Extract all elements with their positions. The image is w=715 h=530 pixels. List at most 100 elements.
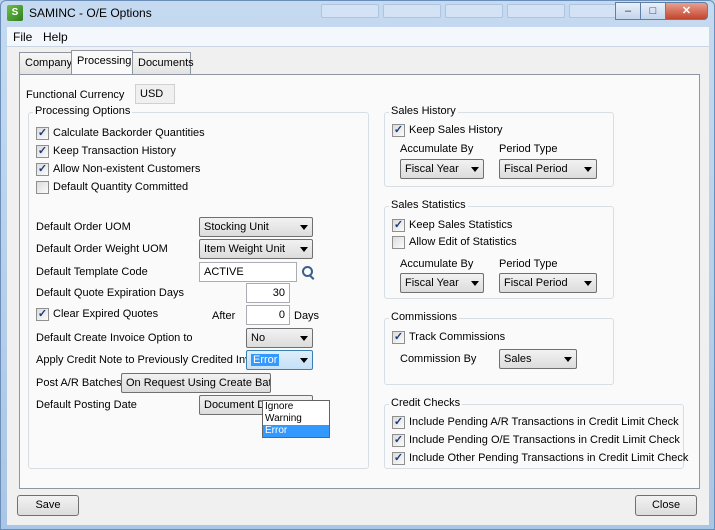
sales-statistics-period-label: Period Type (499, 258, 558, 270)
menu-bar: File Help (7, 27, 709, 47)
sales-history-accumulate-label: Accumulate By (400, 143, 474, 155)
include-other-pending-checkbox[interactable]: ✓ (392, 452, 405, 465)
commission-by-select[interactable]: Sales (499, 349, 577, 369)
background-tab (507, 4, 565, 18)
clear-expired-days-input[interactable]: 0 (246, 305, 290, 325)
sales-history-period-select[interactable]: Fiscal Period (499, 159, 597, 179)
sales-statistics-accumulate-select[interactable]: Fiscal Year (400, 273, 484, 293)
app-icon: S (7, 5, 23, 21)
minimize-button[interactable]: – (615, 2, 641, 20)
sales-history-period-value: Fiscal Period (504, 163, 568, 175)
window-controls: – □ ✕ (615, 2, 708, 20)
processing-tab-panel: Functional Currency USD Processing Optio… (19, 74, 700, 489)
chevron-down-icon (584, 281, 592, 286)
commission-by-label: Commission By (400, 353, 477, 365)
sales-history-title: Sales History (389, 105, 458, 117)
default-create-invoice-select[interactable]: No (246, 328, 313, 348)
default-quantity-committed-checkbox[interactable] (36, 181, 49, 194)
clear-expired-quotes-label: Clear Expired Quotes (53, 308, 159, 320)
save-button[interactable]: Save (17, 495, 79, 516)
include-pending-ar-checkbox[interactable]: ✓ (392, 416, 405, 429)
default-template-code-input[interactable]: ACTIVE (199, 262, 297, 282)
default-quote-expiration-label: Default Quote Expiration Days (36, 287, 184, 299)
title-bar[interactable]: S SAMINC - O/E Options – □ ✕ (1, 1, 714, 25)
sales-history-period-label: Period Type (499, 143, 558, 155)
menu-help[interactable]: Help (43, 30, 68, 44)
apply-credit-note-select[interactable]: Error (246, 350, 313, 370)
default-quote-expiration-input[interactable]: 30 (246, 283, 290, 303)
option-warning[interactable]: Warning (263, 413, 329, 425)
window-close-button[interactable]: ✕ (665, 2, 708, 20)
default-posting-date-label: Default Posting Date (36, 399, 137, 411)
keep-sales-statistics-label: Keep Sales Statistics (409, 219, 513, 231)
default-create-invoice-value: No (251, 332, 266, 344)
functional-currency-label: Functional Currency (26, 89, 125, 101)
background-taskbar-tabs (321, 4, 627, 18)
keep-sales-history-checkbox[interactable]: ✓ (392, 124, 405, 137)
allow-edit-statistics-label: Allow Edit of Statistics (409, 236, 517, 248)
calculate-backorder-checkbox[interactable]: ✓ (36, 127, 49, 140)
keep-sales-statistics-checkbox[interactable]: ✓ (392, 219, 405, 232)
clear-expired-quotes-checkbox[interactable]: ✓ (36, 308, 49, 321)
option-ignore[interactable]: Ignore (263, 401, 329, 413)
window-title: SAMINC - O/E Options (29, 6, 152, 20)
track-commissions-checkbox[interactable]: ✓ (392, 331, 405, 344)
sales-history-accumulate-value: Fiscal Year (405, 163, 459, 175)
calculate-backorder-label: Calculate Backorder Quantities (53, 127, 205, 139)
search-icon[interactable] (302, 266, 313, 277)
option-error[interactable]: Error (263, 425, 329, 437)
commission-by-value: Sales (504, 353, 532, 365)
default-order-weight-uom-value: Item Weight Unit (204, 243, 286, 255)
include-pending-oe-label: Include Pending O/E Transactions in Cred… (409, 434, 680, 446)
sales-statistics-group: Sales Statistics ✓ Keep Sales Statistics… (384, 199, 614, 299)
default-order-uom-select[interactable]: Stocking Unit (199, 217, 313, 237)
sales-statistics-period-select[interactable]: Fiscal Period (499, 273, 597, 293)
chevron-down-icon (300, 247, 308, 252)
sales-statistics-period-value: Fiscal Period (504, 277, 568, 289)
tab-processing[interactable]: Processing (71, 50, 133, 74)
chevron-down-icon (471, 281, 479, 286)
post-ar-batches-select[interactable]: On Request Using Create Batch (121, 373, 271, 393)
sales-history-group: Sales History ✓ Keep Sales History Accum… (384, 105, 614, 187)
apply-credit-note-options: Ignore Warning Error (262, 400, 330, 438)
chevron-down-icon (564, 357, 572, 362)
sales-history-accumulate-select[interactable]: Fiscal Year (400, 159, 484, 179)
keep-transaction-history-label: Keep Transaction History (53, 145, 176, 157)
include-pending-oe-checkbox[interactable]: ✓ (392, 434, 405, 447)
include-other-pending-label: Include Other Pending Transactions in Cr… (409, 452, 689, 464)
sales-statistics-title: Sales Statistics (389, 199, 468, 211)
chevron-down-icon (300, 225, 308, 230)
allow-edit-statistics-checkbox[interactable] (392, 236, 405, 249)
chevron-down-icon (300, 358, 308, 363)
sales-statistics-accumulate-value: Fiscal Year (405, 277, 459, 289)
maximize-button[interactable]: □ (640, 2, 666, 20)
after-label: After (212, 310, 236, 322)
options-window: S SAMINC - O/E Options – □ ✕ File Help C… (0, 0, 715, 530)
commissions-title: Commissions (389, 311, 460, 323)
chevron-down-icon (300, 336, 308, 341)
background-tab (445, 4, 503, 18)
allow-nonexistent-customers-label: Allow Non-existent Customers (53, 163, 201, 175)
menu-file[interactable]: File (13, 30, 32, 44)
default-template-code-label: Default Template Code (36, 266, 148, 278)
default-order-uom-value: Stocking Unit (204, 221, 269, 233)
include-pending-ar-label: Include Pending A/R Transactions in Cred… (409, 416, 679, 428)
track-commissions-label: Track Commissions (409, 331, 506, 343)
allow-nonexistent-customers-checkbox[interactable]: ✓ (36, 163, 49, 176)
tab-company[interactable]: Company (19, 52, 73, 74)
background-tab (321, 4, 379, 18)
keep-transaction-history-checkbox[interactable]: ✓ (36, 145, 49, 158)
default-quantity-committed-label: Default Quantity Committed (53, 181, 189, 193)
background-tab (383, 4, 441, 18)
tab-documents[interactable]: Documents (132, 52, 194, 74)
default-order-weight-uom-select[interactable]: Item Weight Unit (199, 239, 313, 259)
post-ar-batches-label: Post A/R Batches (36, 377, 122, 389)
commissions-group: Commissions ✓ Track Commissions Commissi… (384, 311, 614, 385)
keep-sales-history-label: Keep Sales History (409, 124, 503, 136)
default-order-weight-uom-label: Default Order Weight UOM (36, 243, 168, 255)
post-ar-batches-value: On Request Using Create Batch (126, 377, 271, 389)
chevron-down-icon (584, 167, 592, 172)
sales-statistics-accumulate-label: Accumulate By (400, 258, 474, 270)
days-label: Days (294, 310, 320, 322)
close-button[interactable]: Close (635, 495, 697, 516)
